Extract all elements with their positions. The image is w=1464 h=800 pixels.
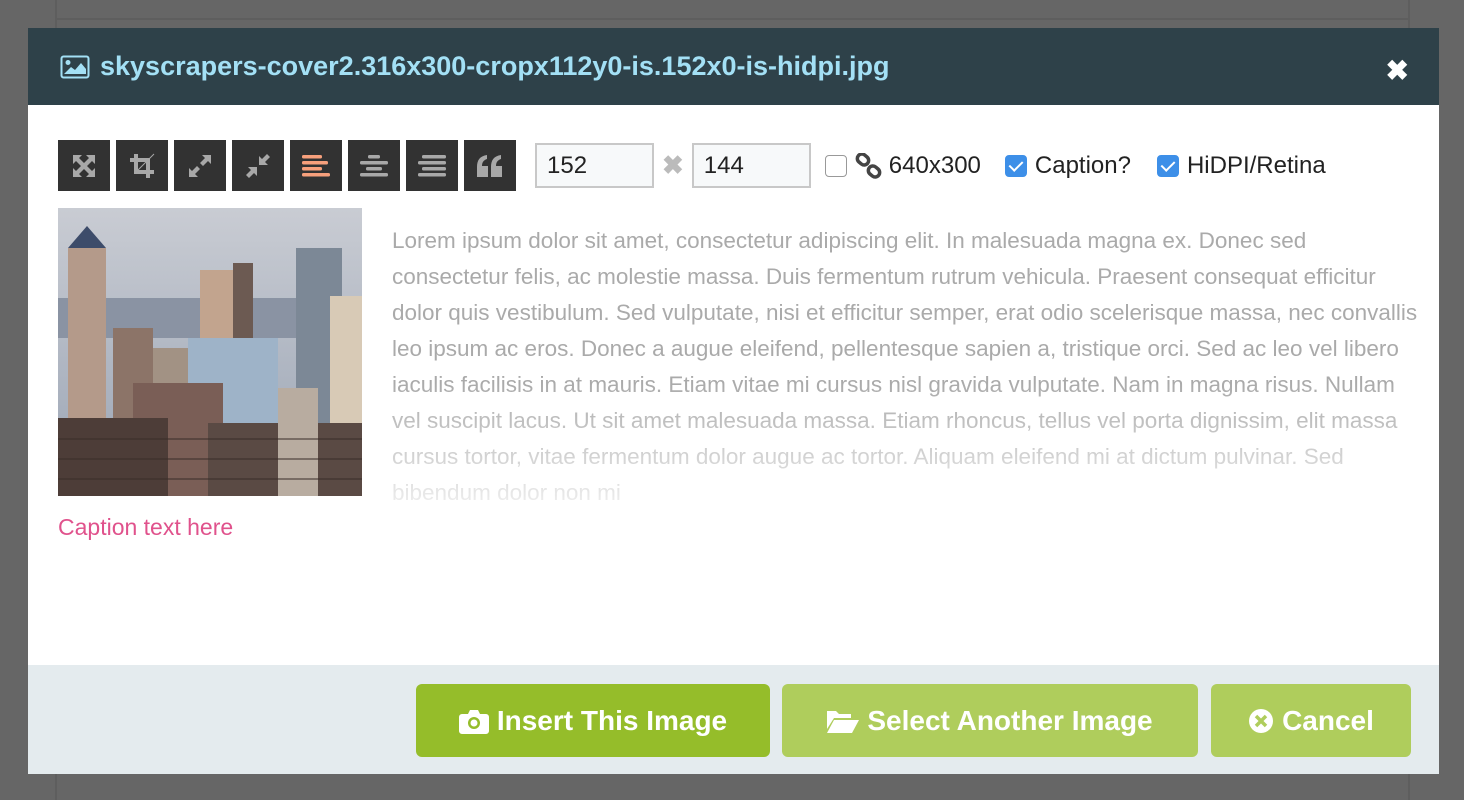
original-size-label: 640x300 <box>888 151 981 179</box>
link-icon <box>855 152 882 179</box>
shrink-button[interactable] <box>232 140 284 191</box>
caption-checkbox[interactable] <box>1004 154 1027 177</box>
align-left-icon <box>302 154 330 176</box>
align-right-icon <box>418 154 446 176</box>
image-toolbar: ✖ 640x300 Caption? HiDPI/Retina <box>58 140 1326 191</box>
image-preview <box>58 208 362 496</box>
quote-icon <box>477 154 502 177</box>
caption-option[interactable]: Caption? <box>1004 151 1131 180</box>
compress-icon <box>246 153 270 178</box>
image-insert-modal: skyscrapers-cover2.316x300-cropx112y0-is… <box>28 28 1439 774</box>
camera-icon <box>458 709 489 734</box>
expand-arrows-icon <box>73 154 95 177</box>
lock-ratio-checkbox[interactable] <box>824 154 847 177</box>
cancel-button[interactable]: Cancel <box>1211 684 1411 757</box>
select-another-image-button[interactable]: Select Another Image <box>782 684 1198 757</box>
insert-image-label: Insert This Image <box>496 704 728 736</box>
align-center-button[interactable] <box>348 140 400 191</box>
close-icon[interactable]: ✖ <box>1386 54 1409 87</box>
caption-label: Caption? <box>1034 151 1131 179</box>
crop-button[interactable] <box>116 140 168 191</box>
align-right-button[interactable] <box>406 140 458 191</box>
image-icon <box>60 55 90 78</box>
modal-header: skyscrapers-cover2.316x300-cropx112y0-is… <box>28 28 1439 105</box>
select-another-image-label: Select Another Image <box>867 704 1153 736</box>
hidpi-option[interactable]: HiDPI/Retina <box>1156 151 1326 180</box>
hidpi-checkbox[interactable] <box>1156 154 1179 177</box>
hidpi-label: HiDPI/Retina <box>1186 151 1326 179</box>
cancel-label: Cancel <box>1282 704 1374 736</box>
align-left-button[interactable] <box>290 140 342 191</box>
crop-icon <box>130 153 155 178</box>
modal-footer: Insert This Image Select Another Image C… <box>28 665 1439 774</box>
lock-ratio-option[interactable]: 640x300 <box>824 151 981 180</box>
height-input[interactable] <box>691 143 811 188</box>
insert-image-button[interactable]: Insert This Image <box>416 684 770 757</box>
width-input[interactable] <box>535 143 654 188</box>
quote-button[interactable] <box>464 140 516 191</box>
expand-icon <box>189 154 211 177</box>
enlarge-button[interactable] <box>174 140 226 191</box>
times-circle-icon <box>1249 708 1274 733</box>
fullsize-button[interactable] <box>58 140 110 191</box>
folder-open-icon <box>827 710 860 733</box>
image-caption[interactable]: Caption text here <box>58 514 233 541</box>
modal-title: skyscrapers-cover2.316x300-cropx112y0-is… <box>100 51 890 81</box>
times-icon: ✖ <box>662 150 684 180</box>
align-center-icon <box>360 154 388 176</box>
sample-text: Lorem ipsum dolor sit amet, consectetur … <box>392 228 1418 505</box>
